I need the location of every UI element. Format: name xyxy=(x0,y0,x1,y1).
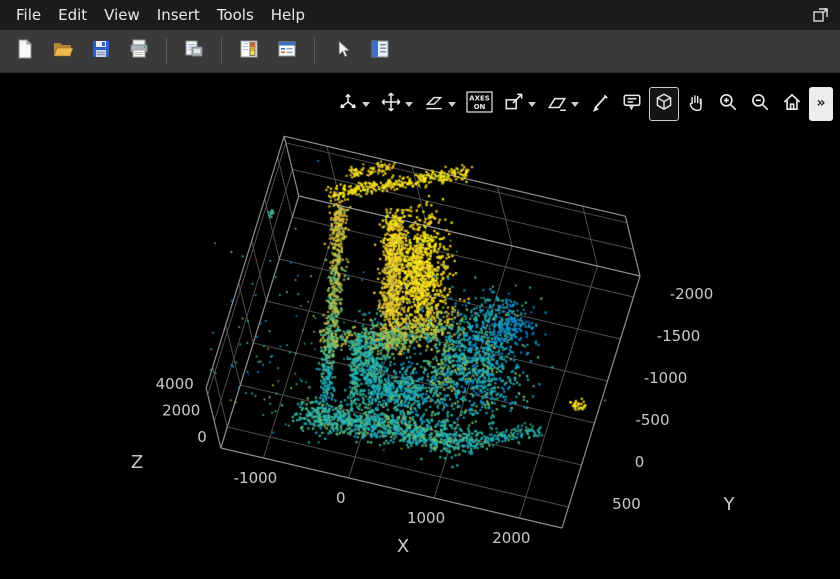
clip-plane-button[interactable] xyxy=(499,87,540,121)
print-button[interactable] xyxy=(122,35,156,67)
menu-item-tools[interactable]: Tools xyxy=(209,2,262,28)
view-cube-icon xyxy=(653,91,675,117)
datatip-button[interactable] xyxy=(617,87,647,121)
menubar: FileEditViewInsertToolsHelp xyxy=(0,0,840,30)
insert-colorbar-button[interactable] xyxy=(232,35,266,67)
chevron-down-icon xyxy=(448,102,456,107)
view-cube-button[interactable] xyxy=(649,87,679,121)
legend-icon xyxy=(276,38,298,64)
property-inspector-icon xyxy=(369,38,391,64)
dolly-camera-icon xyxy=(380,91,402,117)
pan-button[interactable] xyxy=(681,87,711,121)
menu-item-help[interactable]: Help xyxy=(263,2,313,28)
chevron-down-icon xyxy=(405,102,413,107)
menu-item-edit[interactable]: Edit xyxy=(50,2,95,28)
zoom-in-button[interactable] xyxy=(713,87,743,121)
pan-camera-button[interactable] xyxy=(376,87,417,121)
edit-plot-button[interactable] xyxy=(325,35,359,67)
rotate-3d-icon xyxy=(337,91,359,117)
zoom-in-icon xyxy=(717,91,739,117)
background-button[interactable] xyxy=(542,87,583,121)
datatip-icon xyxy=(621,91,643,117)
snap-plane-icon xyxy=(423,91,445,117)
chevron-down-icon xyxy=(571,102,579,107)
menu-item-view[interactable]: View xyxy=(96,2,148,28)
cursor-arrow-icon xyxy=(331,38,353,64)
svg-text:AXES: AXES xyxy=(469,95,490,103)
chevron-down-icon xyxy=(362,102,370,107)
zoom-out-icon xyxy=(749,91,771,117)
home-icon xyxy=(781,91,803,117)
open-folder-icon xyxy=(52,38,74,64)
svg-text:ON: ON xyxy=(474,103,486,111)
rotate-3d-button[interactable] xyxy=(333,87,374,121)
axes-toggle-button[interactable]: AXESON xyxy=(462,87,497,121)
hand-icon xyxy=(685,91,707,117)
menu-item-file[interactable]: File xyxy=(8,2,49,28)
toolbar-separator xyxy=(166,38,167,64)
menu-item-insert[interactable]: Insert xyxy=(149,2,208,28)
zoom-out-button[interactable] xyxy=(745,87,775,121)
brush-icon xyxy=(589,91,611,117)
undock-window-icon[interactable] xyxy=(812,6,830,24)
new-figure-button[interactable] xyxy=(8,35,42,67)
colorbar-icon xyxy=(238,38,260,64)
clip-plane-icon xyxy=(503,91,525,117)
restore-view-button[interactable] xyxy=(777,87,807,121)
toolbar-separator xyxy=(221,38,222,64)
more-options-button[interactable]: » xyxy=(809,87,833,121)
brush-button[interactable] xyxy=(585,87,615,121)
save-figure-button[interactable] xyxy=(84,35,118,67)
background-plane-icon xyxy=(546,91,568,117)
open-file-button[interactable] xyxy=(46,35,80,67)
property-inspector-button[interactable] xyxy=(363,35,397,67)
print-preview-icon xyxy=(183,38,205,64)
chevrons-icon: » xyxy=(813,91,829,117)
print-preview-button[interactable] xyxy=(177,35,211,67)
insert-legend-button[interactable] xyxy=(270,35,304,67)
toolbar-separator xyxy=(314,38,315,64)
figure-window: -1000010002000-2000-1500-1000-5000500020… xyxy=(0,0,840,579)
axes-on-icon: AXESON xyxy=(466,91,493,117)
new-document-icon xyxy=(14,38,36,64)
svg-text:»: » xyxy=(816,95,825,111)
chevron-down-icon xyxy=(528,102,536,107)
axes-toolbar: AXESON » xyxy=(333,87,833,121)
save-icon xyxy=(90,38,112,64)
figure-toolbar xyxy=(0,30,840,73)
printer-icon xyxy=(128,38,150,64)
snap-to-plane-button[interactable] xyxy=(419,87,460,121)
